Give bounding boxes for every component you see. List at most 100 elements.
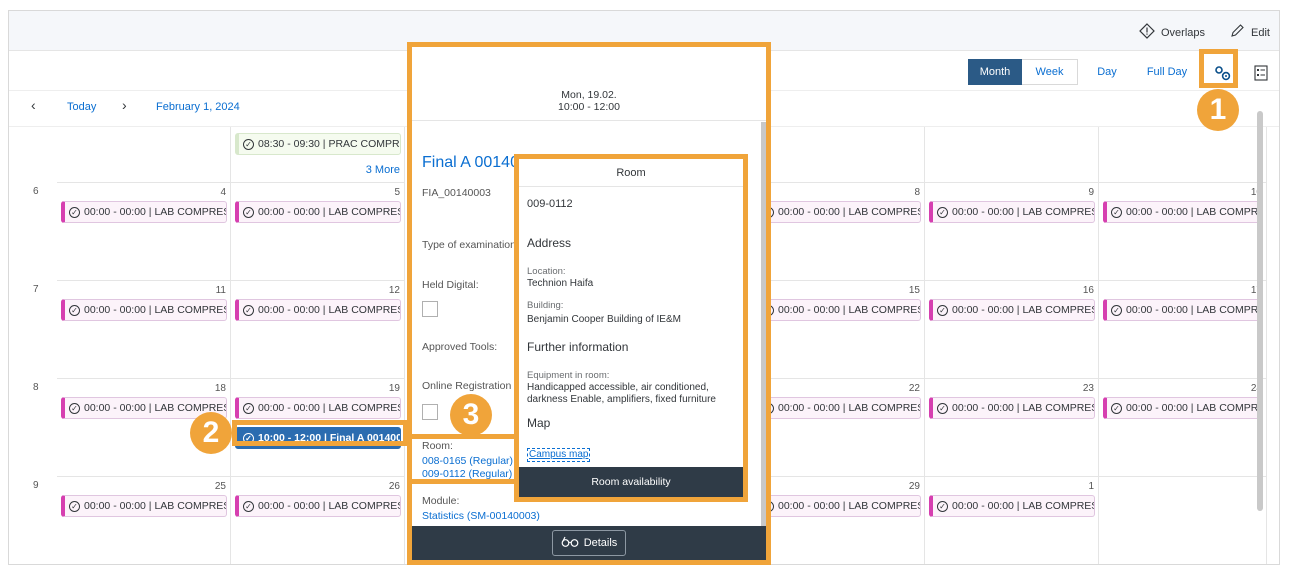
online-registration-checkbox[interactable] <box>422 404 438 420</box>
appointment[interactable]: ✓00:00 - 00:00 | LAB COMPRES <box>235 495 401 517</box>
appointment[interactable]: ✓00:00 - 00:00 | LAB COMPRES <box>929 201 1095 223</box>
next-icon[interactable]: › <box>122 97 127 113</box>
appointment[interactable]: ✓00:00 - 00:00 | LAB COMPRES <box>755 299 921 321</box>
page-scrollbar[interactable] <box>1257 111 1263 511</box>
popover-date-text: Mon, 19.02. <box>561 89 617 101</box>
list-view-button[interactable] <box>1254 65 1268 84</box>
appointment[interactable]: ✓00:00 - 00:00 | LAB COMPRES <box>755 201 921 223</box>
appointment[interactable]: ✓ 00:00 - 00:00 | LAB COMPRES <box>235 201 401 223</box>
appointment[interactable]: ✓00:00 - 00:00 | LAB COMPRES <box>235 299 401 321</box>
check-circle-icon: ✓ <box>1111 304 1122 316</box>
day-number: 9 <box>1088 187 1094 198</box>
appointment-label: 00:00 - 00:00 | LAB COMPRES <box>84 206 227 218</box>
appointment-label: 00:00 - 00:00 | LAB COMPRES <box>952 206 1095 218</box>
day-cell[interactable]: 10 ✓00:00 - 00:00 | LAB COMPRES <box>1099 183 1267 281</box>
day-cell[interactable]: 5 ✓ 00:00 - 00:00 | LAB COMPRES <box>231 183 405 281</box>
day-number: 11 <box>215 285 226 296</box>
type-label: Type of examination <box>422 239 516 251</box>
appointment[interactable]: ✓00:00 - 00:00 | LAB COMPRES <box>929 495 1095 517</box>
step-badge-1: 1 <box>1197 89 1239 131</box>
appointment[interactable]: ✓00:00 - 00:00 | LAB COMPRES <box>61 201 227 223</box>
settings-highlight <box>1199 49 1238 88</box>
popover-date: Mon, 19.02. 10:00 - 12:00 <box>412 89 766 113</box>
week-number: 8 <box>33 382 39 393</box>
day-number: 16 <box>1082 285 1094 296</box>
appointment[interactable]: ✓ 00:00 - 00:00 | LAB COMPRES <box>1103 299 1263 321</box>
appointment[interactable]: ✓00:00 - 00:00 | LAB COMPRES <box>1103 201 1263 223</box>
appointment[interactable]: ✓00:00 - 00:00 | LAB COMPRES <box>1103 397 1263 419</box>
view-full-day-button[interactable]: Full Day <box>1136 59 1198 85</box>
day-cell[interactable]: 8 ✓00:00 - 00:00 | LAB COMPRES <box>751 183 925 281</box>
day-cell[interactable]: 11 ✓ 00:00 - 00:00 | LAB COMPRES <box>57 281 231 379</box>
day-cell[interactable] <box>925 127 1099 183</box>
day-cell[interactable]: 16 ✓ 00:00 - 00:00 | LAB COMPRES <box>925 281 1099 379</box>
day-cell[interactable]: 26 ✓ 00:00 - 00:00 | LAB COMPRES <box>231 477 405 564</box>
day-cell[interactable]: 4 ✓ 00:00 - 00:00 | LAB COMPRES <box>57 183 231 281</box>
day-cell[interactable] <box>57 127 231 183</box>
appointment-label: 00:00 - 00:00 | LAB COMPRES <box>258 500 401 512</box>
appointment-label: 00:00 - 00:00 | LAB COMPRES <box>952 402 1095 414</box>
appointment[interactable]: ✓00:00 - 00:00 | LAB COMPRES <box>929 299 1095 321</box>
appointment[interactable]: ✓00:00 - 00:00 | LAB COMPRES <box>235 397 401 419</box>
previous-icon[interactable]: ‹ <box>31 97 36 113</box>
room-link-1[interactable]: 008-0165 (Regular) <box>422 455 513 467</box>
overlaps-button[interactable]: Overlaps <box>1139 23 1205 42</box>
day-cell[interactable]: 12 ✓ 00:00 - 00:00 | LAB COMPRES <box>231 281 405 379</box>
day-number: 19 <box>388 383 400 394</box>
today-button[interactable]: Today <box>67 101 96 113</box>
view-day-button[interactable]: Day <box>1084 59 1130 85</box>
held-digital-label: Held Digital: <box>422 279 479 291</box>
day-cell[interactable]: 1 ✓ 00:00 - 00:00 | LAB COMPRES <box>925 477 1099 564</box>
appointment[interactable]: ✓00:00 - 00:00 | LAB COMPRES <box>61 495 227 517</box>
appointment[interactable]: ✓ 08:30 - 09:30 | PRAC COMPRE <box>235 133 401 155</box>
day-cell[interactable] <box>1099 127 1267 183</box>
held-digital-checkbox[interactable] <box>422 301 438 317</box>
day-cell[interactable]: 23 ✓ 00:00 - 00:00 | LAB COMPRES <box>925 379 1099 477</box>
room-popover-header: Room <box>519 159 743 187</box>
day-cell[interactable]: 15 ✓00:00 - 00:00 | LAB COMPRES <box>751 281 925 379</box>
appointment[interactable]: ✓ 00:00 - 00:00 | LAB COMPRES <box>61 299 227 321</box>
appointment[interactable]: ✓00:00 - 00:00 | LAB COMPRES <box>755 397 921 419</box>
step-badge-3: 3 <box>450 394 492 436</box>
current-date-button[interactable]: February 1, 2024 <box>156 101 240 113</box>
popover-scrollbar[interactable] <box>761 122 766 532</box>
edit-label: Edit <box>1251 26 1270 39</box>
day-cell[interactable]: 29 ✓00:00 - 00:00 | LAB COMPRES <box>751 477 925 564</box>
more-link[interactable]: 3 More <box>366 164 400 176</box>
campus-map-link[interactable]: Campus map <box>527 448 591 462</box>
address-title: Address <box>527 236 572 250</box>
day-cell[interactable] <box>751 127 925 183</box>
appointment-label: 00:00 - 00:00 | LAB COMPRES <box>1126 304 1263 316</box>
appointment-label: 00:00 - 00:00 | LAB COMPRES <box>84 304 227 316</box>
module-link[interactable]: Statistics (SM-00140003) <box>422 510 540 522</box>
day-cell[interactable]: 9 ✓ 00:00 - 00:00 | LAB COMPRES <box>925 183 1099 281</box>
day-cell[interactable]: 22 ✓00:00 - 00:00 | LAB COMPRES <box>751 379 925 477</box>
day-number: 29 <box>908 481 920 492</box>
day-cell[interactable]: 2 <box>1099 477 1267 564</box>
appointment[interactable]: ✓00:00 - 00:00 | LAB COMPRES <box>929 397 1095 419</box>
appointment-label: 00:00 - 00:00 | LAB COMPRES <box>258 206 401 218</box>
check-circle-icon: ✓ <box>937 304 948 316</box>
appointment[interactable]: ✓00:00 - 00:00 | LAB COMPRES <box>755 495 921 517</box>
day-cell[interactable]: 24 ✓00:00 - 00:00 | LAB COMPRES <box>1099 379 1267 477</box>
check-circle-icon: ✓ <box>69 304 80 316</box>
appointment-label: 00:00 - 00:00 | LAB COMPRES <box>84 500 227 512</box>
day-number: 25 <box>214 481 226 492</box>
edit-button[interactable]: Edit <box>1229 23 1270 42</box>
day-cell[interactable]: 17 ✓00:00 - 00:00 | LAB COMPRES <box>1099 281 1267 379</box>
view-week-button[interactable]: Week <box>1022 59 1078 85</box>
day-cell[interactable]: 25 ✓ 00:00 - 00:00 | LAB COMPRES <box>57 477 231 564</box>
day-number: 15 <box>908 285 920 296</box>
details-button[interactable]: Details <box>551 530 627 556</box>
check-circle-icon: ✓ <box>243 206 254 218</box>
view-month-button[interactable]: Month <box>968 59 1022 85</box>
week-number: 6 <box>33 186 39 197</box>
appointment-label: 00:00 - 00:00 | LAB COMPRES <box>258 402 401 414</box>
day-number: 8 <box>914 187 920 198</box>
equipment-label: Equipment in room: <box>527 370 610 381</box>
room-availability-button[interactable]: Room availability <box>519 467 743 497</box>
online-registration-label: Online Registration <box>422 380 512 392</box>
overlaps-icon <box>1139 23 1155 42</box>
day-cell[interactable]: ✓ 08:30 - 09:30 | PRAC COMPRE 3 More <box>231 127 405 183</box>
appointment-label: 00:00 - 00:00 | LAB COMPRES <box>778 500 921 512</box>
